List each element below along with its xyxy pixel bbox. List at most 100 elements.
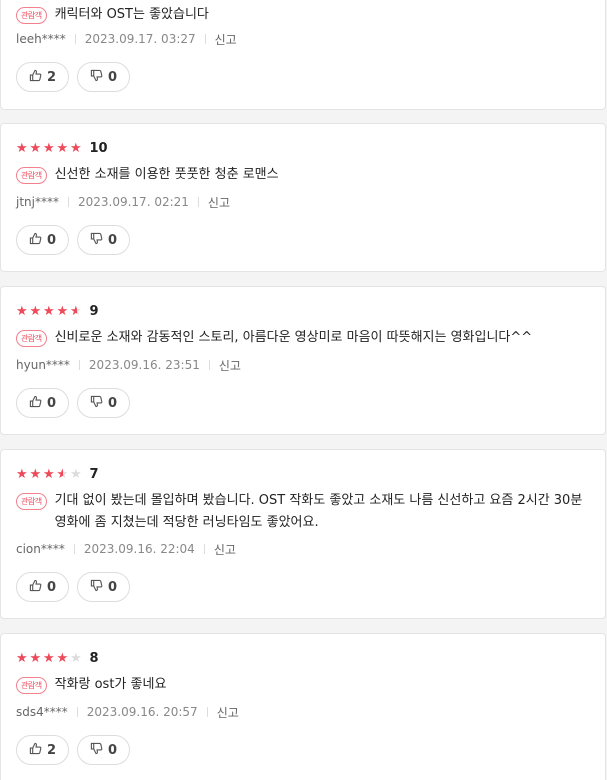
star-icon: ★★ <box>29 650 42 666</box>
review-card: ★★★★★★★★★★8 관람객 작화랑 ost가 좋네요 sds4**** 20… <box>0 633 606 780</box>
star-icon: ★★ <box>43 466 55 482</box>
report-link[interactable]: 신고 <box>217 704 239 721</box>
report-link[interactable]: 신고 <box>208 194 230 211</box>
review-card: ★ ★ ★ ★ ★ ★ ★ ★ ★ ★ 10 관람객 신선한 소재를 이용한 풋풋한 청춘 로맨스 … <box>0 123 606 272</box>
dislike-count: 0 <box>107 232 118 248</box>
dislike-button[interactable]: 0 <box>77 572 130 602</box>
username: sds4**** <box>16 705 68 719</box>
review-date: 2023.09.17. 03:27 <box>84 32 196 46</box>
like-button[interactable]: 2 <box>16 735 69 765</box>
star-icon: ★★ <box>29 466 42 482</box>
review-date: 2023.09.16. 20:57 <box>86 705 198 719</box>
divider <box>197 197 199 207</box>
thumbs-up-icon <box>29 395 47 412</box>
review-meta: sds4**** 2023.09.16. 20:57 신고 <box>16 704 239 720</box>
dislike-button[interactable]: 0 <box>77 62 130 92</box>
like-count: 2 <box>46 742 57 758</box>
report-link[interactable]: 신고 <box>214 541 236 558</box>
rating-score: 7 <box>89 466 99 482</box>
dislike-count: 0 <box>107 742 118 758</box>
dislike-count: 0 <box>107 579 118 595</box>
review-date: 2023.09.16. 22:04 <box>83 542 195 556</box>
thumbs-up-icon <box>29 742 47 759</box>
like-count: 0 <box>46 395 57 411</box>
divider <box>78 360 80 370</box>
star-rating: ★ ★ ★ ★ ★ ★ ★ ★ ★ ★ 9 <box>16 303 99 319</box>
dislike-count: 0 <box>107 69 118 85</box>
review-meta: cion**** 2023.09.16. 22:04 신고 <box>16 541 236 557</box>
star-rating: ★★★★★★★★★★8 <box>16 650 99 666</box>
username: leeh**** <box>16 32 66 46</box>
star-icon: ★★ <box>70 303 82 319</box>
review-date: 2023.09.17. 02:21 <box>77 195 189 209</box>
viewer-badge: 관람객 <box>16 493 47 510</box>
thumbs-up-icon <box>29 232 47 249</box>
dislike-button[interactable]: 0 <box>77 388 130 418</box>
like-button[interactable]: 0 <box>16 388 69 418</box>
username: jtnj**** <box>16 195 59 209</box>
review-text: 작화랑 ost가 좋네요 <box>54 677 167 692</box>
divider <box>208 360 210 370</box>
thumbs-down-icon <box>90 742 108 759</box>
star-icon: ★★ <box>16 303 28 319</box>
star-icon: ★★ <box>70 466 82 482</box>
star-icon: ★★ <box>16 140 28 156</box>
review-card: ★ ★ ★ ★ ★ ★ ★ ★ ★ ★ 9 관람객 신비로운 소재와 감동적인 스토리, 아름다운 … <box>0 286 606 435</box>
dislike-button[interactable]: 0 <box>77 225 130 255</box>
review-meta: leeh**** 2023.09.17. 03:27 신고 <box>16 31 237 47</box>
review-date: 2023.09.16. 23:51 <box>88 358 200 372</box>
star-icon: ★★ <box>29 140 42 156</box>
rating-score: 9 <box>89 303 99 319</box>
thumbs-down-icon <box>90 69 108 86</box>
viewer-badge: 관람객 <box>16 167 47 184</box>
like-count: 0 <box>46 232 57 248</box>
username: hyun**** <box>16 358 70 372</box>
report-link[interactable]: 신고 <box>219 357 241 374</box>
star-icon: ★★ <box>43 140 55 156</box>
divider <box>206 707 208 717</box>
review-meta: jtnj**** 2023.09.17. 02:21 신고 <box>16 194 230 210</box>
like-button[interactable]: 0 <box>16 572 69 602</box>
star-icon: ★★ <box>29 303 42 319</box>
review-meta: hyun**** 2023.09.16. 23:51 신고 <box>16 357 241 373</box>
dislike-count: 0 <box>107 395 118 411</box>
like-count: 2 <box>46 69 57 85</box>
review-text: 신비로운 소재와 감동적인 스토리, 아름다운 영상미로 마음이 따뜻해지는 영… <box>54 330 533 345</box>
rating-score: 8 <box>89 650 99 666</box>
thumbs-up-icon <box>29 579 47 596</box>
star-icon: ★★ <box>16 650 28 666</box>
thumbs-down-icon <box>90 579 108 596</box>
thumbs-up-icon <box>29 69 47 86</box>
viewer-badge: 관람객 <box>16 677 47 694</box>
viewer-badge: 관람객 <box>16 7 47 24</box>
rating-score: 10 <box>89 140 108 156</box>
report-link[interactable]: 신고 <box>215 31 237 48</box>
like-button[interactable]: 0 <box>16 225 69 255</box>
star-icon: ★★ <box>43 650 55 666</box>
like-count: 0 <box>46 579 57 595</box>
review-card: ★★★★★★★★★★7 관람객 기대 없이 봤는데 몰입하며 봤습니다. OST… <box>0 449 606 619</box>
star-rating: ★ ★ ★ ★ ★ ★ ★ ★ ★ ★ 10 <box>16 140 108 156</box>
star-icon: ★★ <box>56 303 69 319</box>
star-icon: ★★ <box>70 650 82 666</box>
thumbs-down-icon <box>90 232 108 249</box>
star-icon: ★★ <box>16 466 28 482</box>
thumbs-down-icon <box>90 395 108 412</box>
divider <box>204 34 206 44</box>
review-text: 기대 없이 봤는데 몰입하며 봤습니다. OST 작화도 좋았고 소재도 나름 … <box>54 493 583 530</box>
star-rating: ★★★★★★★★★★7 <box>16 466 99 482</box>
divider <box>73 544 75 554</box>
divider <box>74 34 76 44</box>
star-icon: ★★ <box>43 303 55 319</box>
star-icon: ★★ <box>56 140 69 156</box>
review-text: 캐릭터와 OST는 좋았습니다 <box>54 7 209 22</box>
star-icon: ★★ <box>56 466 69 482</box>
viewer-badge: 관람객 <box>16 330 47 347</box>
dislike-button[interactable]: 0 <box>77 735 130 765</box>
review-text: 신선한 소재를 이용한 풋풋한 청춘 로맨스 <box>54 167 279 182</box>
star-icon: ★★ <box>70 140 82 156</box>
like-button[interactable]: 2 <box>16 62 69 92</box>
divider <box>67 197 69 207</box>
username: cion**** <box>16 542 65 556</box>
divider <box>203 544 205 554</box>
